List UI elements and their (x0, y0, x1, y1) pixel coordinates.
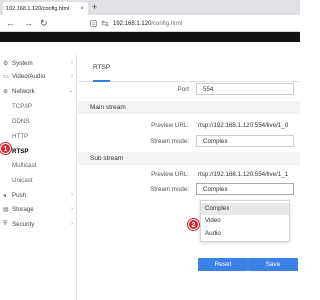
url-text: 192.168.1.120/config.html (113, 21, 182, 27)
chevron-right-icon: › (71, 206, 73, 212)
sidebar-item-ddns[interactable]: DDNS (0, 115, 77, 127)
push-icon: ◂ (3, 192, 7, 199)
url-host: 192.168.1.120 (113, 20, 152, 27)
sidebar: ⚙ System › ▭ Video/Audio › ⊕ Network ⌄ T… (0, 55, 77, 300)
sidebar-item-label: HTTP (12, 132, 29, 140)
forward-button[interactable]: → (24, 17, 33, 29)
sidebar-item-label: Unicast (12, 176, 33, 184)
dropdown-option-video[interactable]: Video (201, 215, 289, 227)
sidebar-item-network[interactable]: ⊕ Network ⌄ (0, 85, 77, 97)
save-button[interactable]: Save (248, 258, 298, 271)
page-info-icon[interactable] (90, 20, 97, 27)
sub-preview-url-label: Preview URL: (151, 171, 189, 178)
sub-preview-url-value: rtsp://192.168.1.120:554/live/1_1 (198, 171, 289, 178)
browser-tab[interactable]: 192.168.1.120/config.html × (3, 2, 88, 15)
url-path: /config.html (151, 20, 183, 27)
main-preview-url-label: Preview URL: (151, 122, 189, 129)
header-banner (0, 32, 300, 42)
reload-button[interactable]: ↻ (40, 17, 48, 29)
sidebar-item-system[interactable]: ⚙ System › (0, 57, 77, 69)
new-tab-button[interactable]: + (92, 2, 97, 13)
gear-icon: ⚙ (3, 60, 9, 67)
sidebar-item-label: Network (12, 87, 35, 95)
browser-tab-bar: 192.168.1.120/config.html × + (0, 0, 300, 15)
reset-button[interactable]: Reset (198, 258, 248, 271)
chevron-right-icon: › (71, 221, 73, 227)
sidebar-item-label: Video/Audio (12, 72, 46, 80)
sidebar-item-tcpip[interactable]: TCP/IP (0, 100, 77, 112)
sidebar-item-push[interactable]: ◂ Push › (0, 189, 77, 201)
sidebar-item-video-audio[interactable]: ▭ Video/Audio › (0, 70, 77, 82)
sidebar-item-label: System (12, 59, 33, 67)
sub-stream-mode-label: Stream mode: (150, 186, 189, 193)
chevron-right-icon: › (71, 192, 73, 198)
main-stream-mode-label: Stream mode: (150, 138, 189, 145)
storage-icon: ▤ (3, 206, 9, 213)
sidebar-item-label: TCP/IP (12, 102, 32, 110)
main-preview-url-value: rtsp://192.168.1.120:554/live/1_0 (198, 122, 289, 129)
sidebar-item-security[interactable]: ⛨ Security › (0, 218, 77, 230)
dropdown-option-complex[interactable]: Complex (201, 203, 289, 215)
browser-address-bar: ← → ↻ 192.168.1.120/config.html (0, 15, 300, 32)
shield-icon: ⛨ (3, 220, 8, 227)
browser-tab-title: 192.168.1.120/config.html (6, 5, 70, 12)
sidebar-item-label: Multicast (12, 161, 37, 169)
port-field[interactable]: 554 (196, 83, 294, 95)
sub-stream-heading: Sub stream (78, 152, 300, 165)
sidebar-item-label: Storage (12, 205, 34, 213)
main-stream-heading: Main stream (78, 101, 300, 114)
chevron-down-icon: ⌄ (68, 88, 73, 94)
sidebar-item-label: Push (12, 191, 27, 199)
sidebar-item-multicast[interactable]: Multicast (0, 159, 77, 171)
chevron-right-icon: › (71, 73, 73, 79)
main-panel: RTSP Port 554 Main stream Preview URL: r… (78, 55, 300, 300)
port-label: Port (177, 86, 189, 93)
video-icon: ▭ (3, 73, 9, 80)
network-icon: ⊕ (3, 88, 9, 95)
sidebar-item-storage[interactable]: ▤ Storage › (0, 203, 77, 215)
dropdown-option-audio[interactable]: Audio (201, 228, 289, 240)
tab-bar: RTSP (78, 55, 300, 82)
chevron-right-icon: › (71, 60, 73, 66)
sub-stream-mode-select[interactable]: Complex (196, 183, 294, 195)
tab-rtsp[interactable]: RTSP (93, 64, 111, 82)
sidebar-item-label: DDNS (12, 117, 30, 125)
close-tab-icon[interactable]: × (79, 6, 85, 12)
sidebar-item-unicast[interactable]: Unicast (0, 174, 77, 186)
url-field[interactable]: 192.168.1.120/config.html (90, 17, 295, 30)
sidebar-item-label: Security (12, 220, 35, 228)
connection-info-icon[interactable] (101, 20, 109, 27)
back-button[interactable]: ← (6, 17, 15, 29)
sidebar-item-rtsp[interactable]: RTSP (0, 145, 77, 157)
step-marker-1: 1 (0, 143, 11, 154)
step-marker-2: 2 (188, 219, 199, 230)
main-stream-mode-select[interactable]: Complex (196, 135, 294, 147)
sidebar-item-http[interactable]: HTTP (0, 130, 77, 142)
stream-mode-dropdown: Complex Video Audio (200, 200, 290, 242)
sidebar-item-label: RTSP (12, 147, 29, 155)
